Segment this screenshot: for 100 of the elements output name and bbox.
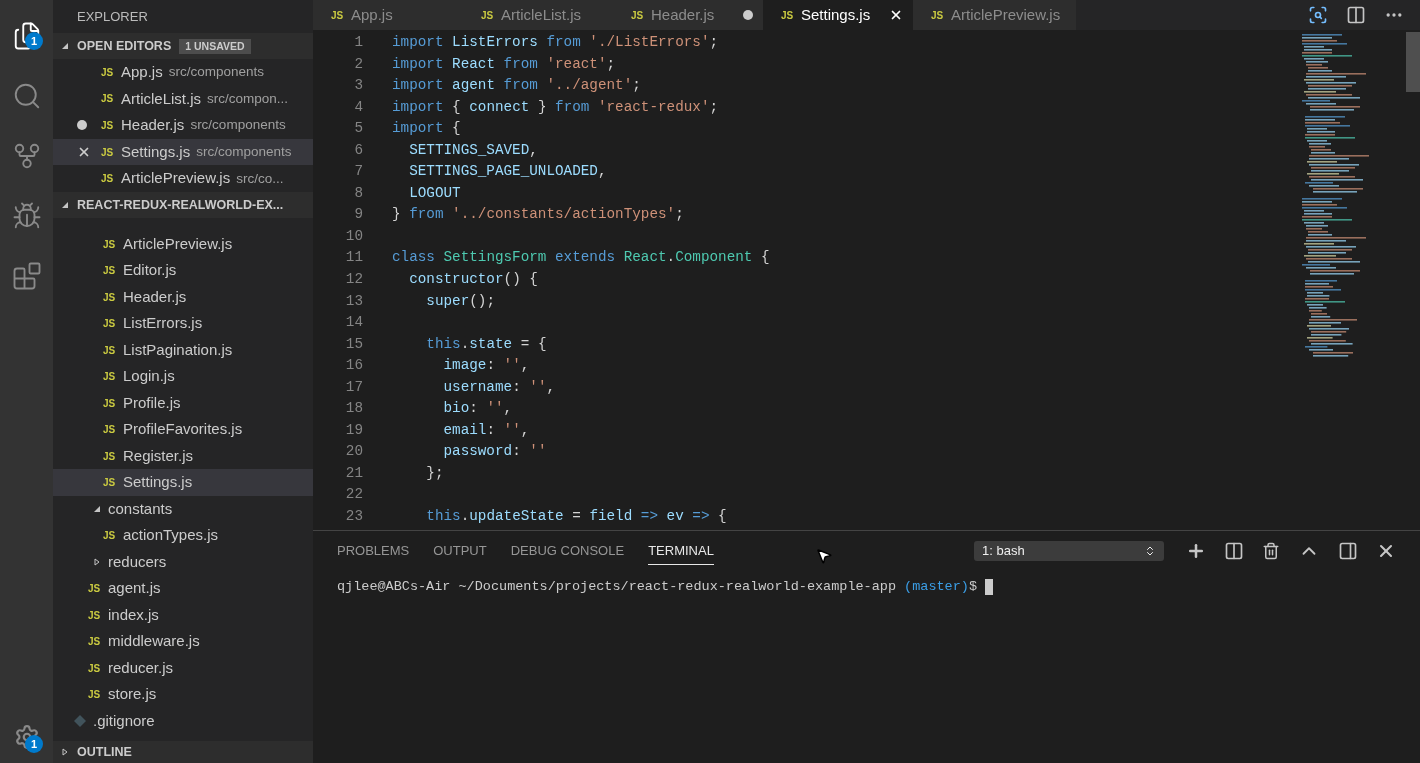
js-file-icon: JS bbox=[103, 369, 119, 385]
trash-icon[interactable] bbox=[1262, 542, 1280, 560]
split-editor-icon[interactable] bbox=[1346, 5, 1366, 25]
file-name: Header.js bbox=[121, 115, 185, 136]
code-line: }; bbox=[425, 463, 444, 483]
folder-row[interactable]: reducers bbox=[53, 548, 313, 576]
file-name: ArticlePreview.js bbox=[123, 233, 233, 254]
code-line: bio: '', bbox=[442, 399, 513, 419]
search-icon[interactable] bbox=[1308, 5, 1328, 25]
line-number: 19 bbox=[344, 420, 363, 440]
file-name: ListErrors.js bbox=[123, 313, 203, 334]
code-line: this.updateState = field => ev => { bbox=[425, 507, 727, 527]
line-number: 9 bbox=[353, 205, 363, 225]
file-row[interactable]: JS ArticlePreview.js bbox=[53, 230, 313, 258]
file-row[interactable]: JS Login.js bbox=[53, 363, 313, 390]
open-editor-item[interactable]: JS ArticleList.js src/compon... bbox=[53, 85, 313, 113]
code-line: import { bbox=[392, 119, 461, 139]
count-badge: 1 bbox=[25, 32, 43, 50]
extensions-icon[interactable] bbox=[11, 261, 42, 291]
panel-tab[interactable]: DEBUG CONSOLE bbox=[510, 537, 625, 565]
editor-tab[interactable]: JS Settings.js bbox=[763, 0, 913, 30]
panel-tab[interactable]: TERMINAL bbox=[648, 537, 714, 565]
section-header[interactable]: OPEN EDITORS 1 UNSAVED bbox=[53, 33, 313, 59]
line-number: 15 bbox=[344, 334, 363, 354]
folder-row[interactable]: constants bbox=[53, 495, 313, 523]
js-file-icon: JS bbox=[103, 528, 119, 544]
sidebar-title: EXPLORER bbox=[76, 7, 149, 26]
code-line: image: '', bbox=[442, 356, 530, 376]
code-line: import { connect } from 'react-redux'; bbox=[392, 97, 719, 117]
file-row[interactable]: JS Settings.js bbox=[53, 469, 313, 496]
file-row[interactable]: JS ListPagination.js bbox=[53, 336, 313, 364]
file-row[interactable]: JS reducer.js bbox=[53, 654, 313, 682]
folder-caret-icon[interactable] bbox=[93, 505, 101, 514]
line-number: 18 bbox=[344, 399, 363, 419]
code-line: class SettingsForm extends React.Component { bbox=[392, 248, 770, 268]
file-row[interactable]: JS index.js bbox=[53, 601, 313, 629]
file-row[interactable]: JS Profile.js bbox=[53, 389, 313, 417]
section-header[interactable]: REACT-REDUX-REALWORLD-EX... bbox=[53, 191, 313, 218]
file-row[interactable]: JS Editor.js bbox=[53, 257, 313, 284]
debug-icon[interactable] bbox=[11, 201, 42, 231]
file-row[interactable]: JS Header.js bbox=[53, 283, 313, 311]
file-name: index.js bbox=[108, 604, 159, 625]
section-caret-icon[interactable] bbox=[61, 748, 69, 756]
panel-tab[interactable]: PROBLEMS bbox=[337, 537, 410, 565]
open-editor-item[interactable]: JS Settings.js src/components bbox=[53, 138, 313, 166]
scrollbar-thumb[interactable] bbox=[1406, 32, 1420, 92]
terminal-select[interactable]: 1: bash bbox=[974, 541, 1164, 561]
code-line: super(); bbox=[425, 291, 495, 311]
js-file-icon: JS bbox=[88, 660, 104, 676]
file-row[interactable]: JS middleware.js bbox=[53, 628, 313, 655]
file-name: Register.js bbox=[123, 445, 194, 466]
editor-tab[interactable]: JS ArticlePreview.js bbox=[913, 0, 1077, 30]
split-terminal-icon[interactable] bbox=[1224, 541, 1244, 561]
open-editor-item[interactable]: JS Header.js src/components bbox=[53, 112, 313, 139]
section-title: REACT-REDUX-REALWORLD-EX... bbox=[77, 196, 284, 214]
js-file-icon: JS bbox=[88, 607, 104, 623]
folder-caret-icon[interactable] bbox=[93, 558, 101, 567]
file-path: src/components bbox=[190, 116, 286, 135]
file-name: agent.js bbox=[108, 578, 161, 599]
folder-name: reducers bbox=[108, 551, 167, 572]
section-caret-icon[interactable] bbox=[61, 200, 69, 209]
file-row[interactable]: JS ListErrors.js bbox=[53, 310, 313, 337]
open-editor-item[interactable]: JS App.js src/components bbox=[53, 59, 313, 86]
file-row[interactable]: JS actionTypes.js bbox=[53, 522, 313, 549]
line-number: 16 bbox=[344, 356, 363, 376]
count-badge: 1 bbox=[25, 735, 43, 753]
editor-tab[interactable]: JS ArticleList.js bbox=[463, 0, 613, 30]
file-row[interactable]: JS agent.js bbox=[53, 575, 313, 602]
editor-tab[interactable]: JS App.js bbox=[313, 0, 463, 30]
section-caret-icon[interactable] bbox=[61, 42, 69, 50]
line-number: 17 bbox=[344, 377, 363, 397]
panel-tab[interactable]: OUTPUT bbox=[433, 537, 487, 565]
section-header[interactable]: OUTLINE bbox=[53, 741, 313, 763]
section-title: OUTLINE bbox=[77, 743, 132, 761]
js-file-icon: JS bbox=[103, 395, 119, 411]
js-file-icon: JS bbox=[103, 448, 119, 464]
file-row[interactable]: .gitignore bbox=[53, 707, 313, 735]
js-file-icon: JS bbox=[88, 581, 104, 597]
settings-icon[interactable] bbox=[13, 724, 40, 750]
js-file-icon: JS bbox=[103, 289, 119, 305]
file-row[interactable]: JS ProfileFavorites.js bbox=[53, 416, 313, 443]
file-name: Settings.js bbox=[123, 472, 193, 493]
file-row[interactable]: JS store.js bbox=[53, 681, 313, 708]
close-icon[interactable] bbox=[889, 8, 903, 22]
code-line: LOGOUT bbox=[408, 183, 461, 203]
js-file-icon: JS bbox=[101, 91, 117, 107]
tab-label: Header.js bbox=[651, 4, 716, 25]
js-file-icon: JS bbox=[101, 171, 117, 187]
panel-layout-icon[interactable] bbox=[1338, 541, 1358, 561]
line-number: 7 bbox=[353, 162, 363, 182]
terminal-line: qjlee@ABCs-Air ~/Documents/projects/react-redux-realworld-example-app (master)$ bbox=[337, 577, 1396, 598]
code-line: SETTINGS_PAGE_UNLOADED, bbox=[408, 162, 607, 182]
js-file-icon: JS bbox=[781, 7, 797, 23]
js-file-icon: JS bbox=[103, 422, 119, 438]
line-number: 14 bbox=[344, 313, 363, 333]
file-row[interactable]: JS Register.js bbox=[53, 442, 313, 470]
line-number: 20 bbox=[344, 442, 363, 462]
open-editor-item[interactable]: JS ArticlePreview.js src/co... bbox=[53, 165, 313, 192]
editor-tab[interactable]: JS Header.js bbox=[613, 0, 763, 30]
new-terminal-icon[interactable] bbox=[1186, 541, 1206, 561]
